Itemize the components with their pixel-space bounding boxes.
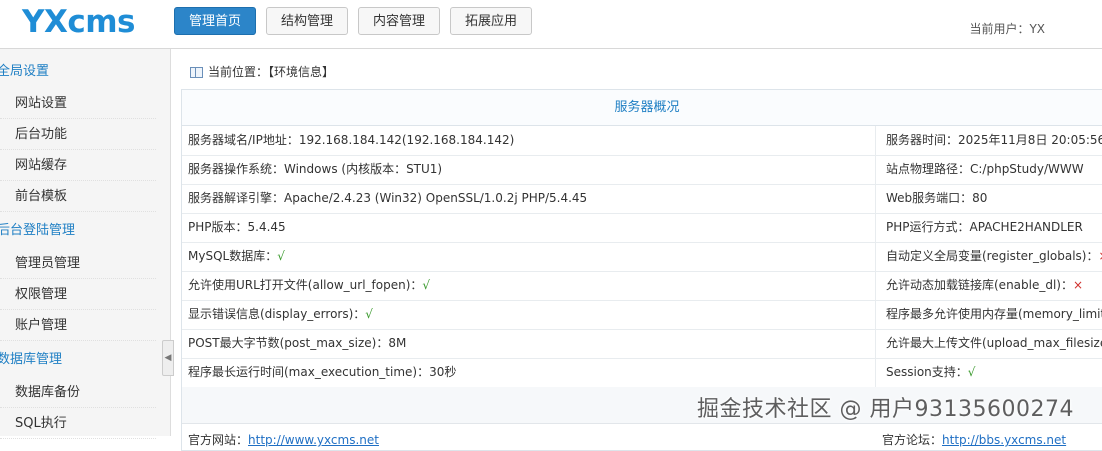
web-port: Web服务端口：80 xyxy=(875,184,987,213)
table-row: 服务器解译引擎：Apache/2.4.23 (Win32) OpenSSL/1.… xyxy=(182,184,1102,214)
sidebar-group-global[interactable]: 全局设置 xyxy=(0,57,170,86)
server-os: 服务器操作系统：Windows (内核版本：STU1) xyxy=(188,155,442,184)
post-max-size: POST最大字节数(post_max_size)：8M xyxy=(188,329,406,358)
breadcrumb: 当前位置：【环境信息】 xyxy=(190,62,334,82)
server-time: 服务器时间：2025年11月8日 20:05:56 xyxy=(875,126,1102,155)
cross-icon: × xyxy=(1073,278,1083,292)
official-site-link[interactable]: http://www.yxcms.net xyxy=(248,433,379,447)
php-version: PHP版本：5.4.45 xyxy=(188,213,286,242)
book-icon xyxy=(190,67,203,78)
nav-structure-button[interactable]: 结构管理 xyxy=(266,7,348,35)
server-engine: 服务器解译引擎：Apache/2.4.23 (Win32) OpenSSL/1.… xyxy=(188,184,587,213)
sidebar-group-database[interactable]: 数据库管理 xyxy=(0,345,170,374)
sidebar-item-db-backup[interactable]: 数据库备份 xyxy=(0,377,156,408)
max-execution-time: 程序最长运行时间(max_execution_time)：30秒 xyxy=(188,358,456,387)
memory-limit: 程序最多允许使用内存量(memory_limit) xyxy=(875,300,1102,329)
top-header: YXcms 管理首页 结构管理 内容管理 拓展应用 当前用户：YX xyxy=(0,0,1102,49)
sidebar-group-login[interactable]: 后台登陆管理 xyxy=(0,216,170,245)
official-site: 官方网站：http://www.yxcms.net xyxy=(188,431,379,448)
sidebar: 全局设置 网站设置 后台功能 网站缓存 前台模板 后台登陆管理 管理员管理 权限… xyxy=(0,49,171,436)
enable-dl: 允许动态加载链接库(enable_dl)：× xyxy=(875,271,1083,300)
check-icon: √ xyxy=(365,307,373,321)
table-row: PHP版本：5.4.45 PHP运行方式：APACHE2HANDLER xyxy=(182,213,1102,243)
check-icon: √ xyxy=(968,365,976,379)
table-row: 显示错误信息(display_errors)：√ 程序最多允许使用内存量(mem… xyxy=(182,300,1102,330)
php-mode: PHP运行方式：APACHE2HANDLER xyxy=(875,213,1083,242)
sidebar-item-site-settings[interactable]: 网站设置 xyxy=(0,88,156,119)
display-errors: 显示错误信息(display_errors)：√ xyxy=(188,300,373,329)
session-support: Session支持：√ xyxy=(875,358,975,387)
sidebar-item-permissions[interactable]: 权限管理 xyxy=(0,279,156,310)
links-row: 官方网站：http://www.yxcms.net 官方论坛：http://bb… xyxy=(182,428,1102,450)
current-user: 当前用户：YX xyxy=(969,20,1045,37)
sidebar-collapse-handle[interactable]: ◀ xyxy=(162,340,174,376)
sidebar-item-admin-users[interactable]: 管理员管理 xyxy=(0,248,156,279)
breadcrumb-current: 【环境信息】 xyxy=(268,65,334,79)
check-icon: √ xyxy=(422,278,430,292)
register-globals: 自动定义全局变量(register_globals)：× xyxy=(875,242,1102,271)
table-row: 服务器操作系统：Windows (内核版本：STU1) 站点物理路径：C:/ph… xyxy=(182,155,1102,185)
nav-content-button[interactable]: 内容管理 xyxy=(358,7,440,35)
table-row: MySQL数据库：√ 自动定义全局变量(register_globals)：× xyxy=(182,242,1102,272)
table-row: 程序最长运行时间(max_execution_time)：30秒 Session… xyxy=(182,358,1102,388)
watermark: 掘金技术社区 @ 用户9313560027​4 xyxy=(697,391,1074,423)
breadcrumb-label: 当前位置： xyxy=(208,65,268,79)
upload-max-filesize: 允许最大上传文件(upload_max_filesize) xyxy=(875,329,1102,358)
sidebar-item-admin-features[interactable]: 后台功能 xyxy=(0,119,156,150)
official-forum: 官方论坛：http://bbs.yxcms.net xyxy=(882,431,1066,448)
sidebar-item-site-cache[interactable]: 网站缓存 xyxy=(0,150,156,181)
nav-home-button[interactable]: 管理首页 xyxy=(174,7,256,35)
table-row: 服务器域名/IP地址：192.168.184.142(192.168.184.1… xyxy=(182,126,1102,156)
logo: YXcms xyxy=(22,2,135,42)
allow-url-fopen: 允许使用URL打开文件(allow_url_fopen)：√ xyxy=(188,271,430,300)
nav-extensions-button[interactable]: 拓展应用 xyxy=(450,7,532,35)
sidebar-item-sql-exec[interactable]: SQL执行 xyxy=(0,408,156,439)
check-icon: √ xyxy=(277,249,285,263)
official-forum-link[interactable]: http://bbs.yxcms.net xyxy=(942,433,1066,447)
server-domain-ip: 服务器域名/IP地址：192.168.184.142(192.168.184.1… xyxy=(188,126,514,155)
mysql-support: MySQL数据库：√ xyxy=(188,242,285,271)
table-row: 允许使用URL打开文件(allow_url_fopen)：√ 允许动态加载链接库… xyxy=(182,271,1102,301)
site-path: 站点物理路径：C:/phpStudy/WWW xyxy=(875,155,1084,184)
sidebar-item-frontend-template[interactable]: 前台模板 xyxy=(0,181,156,212)
sidebar-item-accounts[interactable]: 账户管理 xyxy=(0,310,156,341)
cross-icon: × xyxy=(1099,249,1102,263)
table-row: POST最大字节数(post_max_size)：8M 允许最大上传文件(upl… xyxy=(182,329,1102,359)
panel-title: 服务器概况 xyxy=(182,90,1102,126)
